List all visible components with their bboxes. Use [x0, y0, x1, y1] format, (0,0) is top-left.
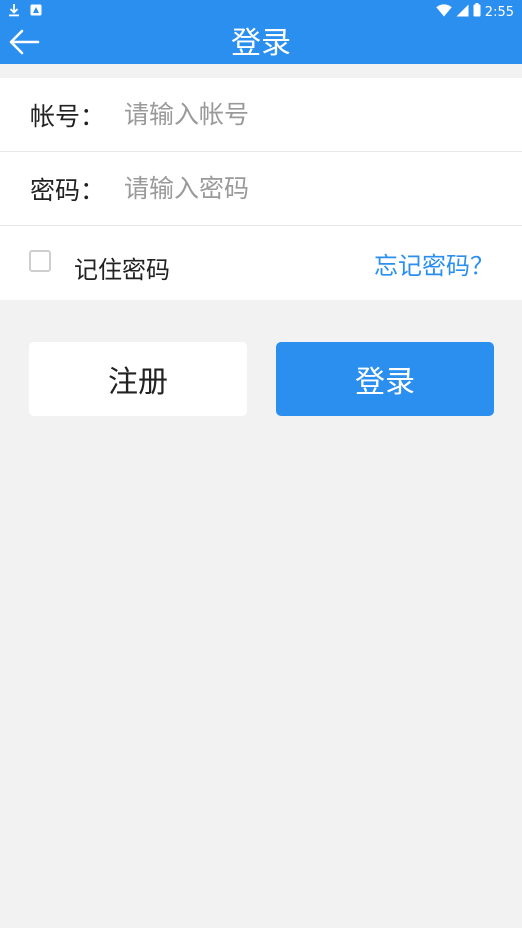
- account-input[interactable]: [124, 94, 506, 135]
- password-row: 密码：: [0, 152, 522, 226]
- signal-icon: [456, 4, 469, 21]
- password-input[interactable]: [124, 168, 506, 209]
- status-bar-left: [8, 3, 42, 21]
- battery-icon: [473, 3, 481, 21]
- login-form: 帐号： 密码： 记住密码 忘记密码？: [0, 78, 522, 300]
- download-icon: [8, 3, 20, 21]
- remember-label: 记住密码: [74, 256, 170, 284]
- page-title: 登录: [231, 26, 291, 61]
- account-label: 帐号：: [30, 101, 106, 131]
- status-bar: 2:55: [0, 0, 522, 22]
- notification-icon: [30, 4, 42, 20]
- register-button[interactable]: 注册: [29, 342, 247, 416]
- clock: 2:55: [484, 4, 514, 20]
- account-row: 帐号：: [0, 78, 522, 152]
- status-bar-right: 2:55: [436, 3, 514, 21]
- login-button[interactable]: 登录: [276, 342, 494, 416]
- forgot-password-link[interactable]: 忘记密码？: [374, 246, 494, 281]
- app-bar: 登录: [0, 22, 522, 64]
- password-label: 密码：: [30, 175, 106, 205]
- remember-row: 记住密码 忘记密码？: [0, 226, 522, 300]
- wifi-icon: [436, 3, 452, 21]
- remember-checkbox[interactable]: [29, 250, 51, 272]
